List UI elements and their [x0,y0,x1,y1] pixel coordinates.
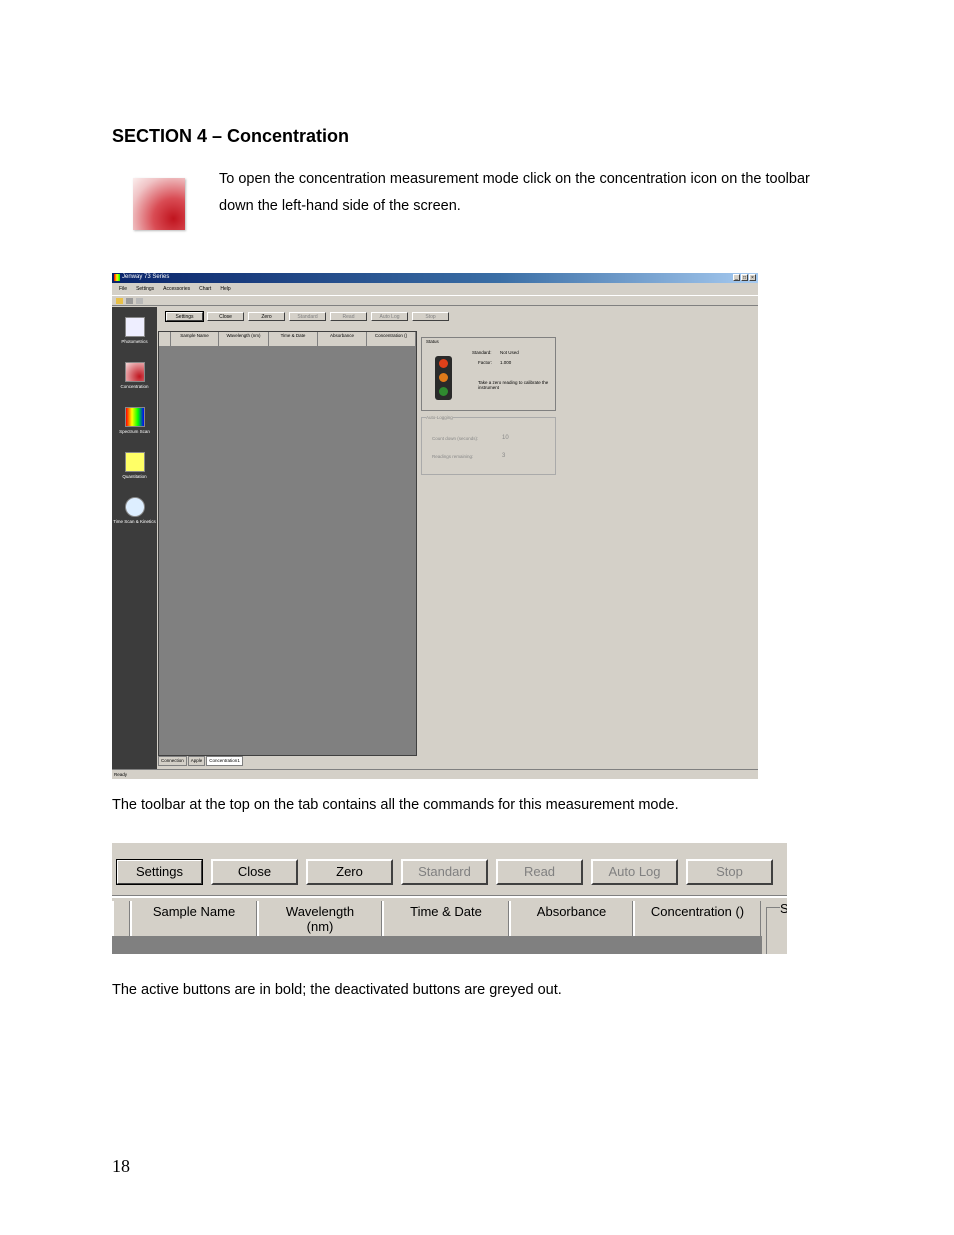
column-time-date[interactable]: Time & Date [269,332,318,346]
factor-value: 1.000 [500,360,512,365]
toolbar-divider [112,895,787,898]
standard-button[interactable]: Standard [289,312,326,321]
sidebar-label: Concentration [120,384,149,389]
settings-button[interactable]: Settings [116,859,203,885]
autolog-label: Auto-Logging [426,415,453,420]
flask-icon [124,452,145,472]
app-icon [114,274,120,281]
countdown-value[interactable]: 10 [502,435,509,441]
active-caption: The active buttons are in bold; the deac… [112,982,562,998]
app-window-screenshot: Jenway 73 Series _ □ × File Settings Acc… [112,273,758,779]
save-icon[interactable] [136,298,143,304]
autolog-panel: Auto-Logging Count down (seconds): 10 Re… [421,415,556,475]
close-button[interactable]: Close [211,859,298,885]
open-folder-icon[interactable] [116,298,123,304]
readings-label: Readings remaining: [432,454,474,459]
column-sample-name[interactable]: Sample Name [130,901,257,936]
readings-value[interactable]: 3 [502,453,505,459]
status-message: Take a zero reading to calibrate the ins… [478,380,549,390]
sidebar-item-quantitation[interactable]: Quantitation [112,452,157,479]
standard-value: Not Used [500,350,519,355]
sidebar-label: Photometrics [121,339,148,344]
column-absorbance[interactable]: Absorbance [509,901,633,936]
column-sample-name[interactable]: Sample Name [171,332,219,346]
close-button[interactable]: Close [207,312,244,321]
menu-settings[interactable]: Settings [136,284,154,294]
mode-toolbar: Settings Close Zero Standard Read Auto L… [158,311,449,322]
sidebar-item-concentration[interactable]: Concentration [112,362,157,389]
minimize-button[interactable]: _ [733,274,740,281]
spectrum-icon [124,407,145,427]
grid-header: Sample Name Wavelength (nm) Time & Date … [159,332,416,346]
clipboard-icon [124,317,145,337]
sidebar-item-spectrum-scan[interactable]: Spectrum Scan [112,407,157,434]
settings-button[interactable]: Settings [165,311,204,322]
status-panel: Status Standard: Not Used Factor: 1.000 … [421,337,556,411]
stopwatch-icon [124,497,145,517]
close-window-button[interactable]: × [749,274,756,281]
status-panel-fragment: S [762,899,787,954]
countdown-label: Count down (seconds): [432,436,479,441]
menu-help[interactable]: Help [220,284,230,294]
column-absorbance[interactable]: Absorbance [318,332,367,346]
tab-apple[interactable]: Apple [187,756,206,766]
concentration-icon [124,362,145,382]
toolbar-caption: The toolbar at the top on the tab contai… [112,797,679,813]
sidebar-label: Spectrum Scan [119,429,150,434]
page-number: 18 [112,1156,130,1176]
menu-file[interactable]: File [119,284,127,294]
column-wavelength[interactable]: Wavelength (nm) [219,332,269,346]
status-label: S [780,901,787,916]
menu-accessories[interactable]: Accessories [163,284,190,294]
status-bar: Ready [112,769,758,779]
section-title: SECTION 4 – Concentration [112,126,350,146]
results-grid[interactable]: Sample Name Wavelength (nm) Time & Date … [158,331,417,756]
sidebar-item-photometrics[interactable]: Photometrics [112,317,157,344]
grid-header: Sample Name Wavelength (nm) Time & Date … [112,901,761,936]
sidebar-item-time-scan[interactable]: Time Scan & Kinetics [112,497,157,524]
zoomed-toolbar: Settings Close Zero Standard Read Auto L… [116,859,773,885]
zero-button[interactable]: Zero [306,859,393,885]
title-bar: Jenway 73 Series _ □ × [112,273,758,283]
zoomed-toolbar-screenshot: Settings Close Zero Standard Read Auto L… [112,843,787,954]
sidebar-label: Quantitation [122,474,147,479]
column-concentration[interactable]: Concentration () [633,901,761,936]
concentration-icon [133,178,185,230]
column-concentration[interactable]: Concentration () [367,332,416,346]
intro-paragraph: To open the concentration measurement mo… [219,171,810,214]
sidebar-label: Time Scan & Kinetics [113,519,156,524]
quick-toolbar [112,295,758,306]
auto-log-button[interactable]: Auto Log [371,312,408,321]
tab-connection[interactable]: Connection [158,756,187,766]
mode-sidebar: Photometrics Concentration Spectrum Scan… [112,307,157,769]
tab-concentration1[interactable]: Concentration1 [206,756,243,766]
column-time-date[interactable]: Time & Date [382,901,509,936]
factor-label: Factor: [478,360,493,365]
standard-label: Standard: [472,350,492,355]
print-icon[interactable] [126,298,133,304]
menu-chart[interactable]: Chart [199,284,211,294]
stop-button[interactable]: Stop [686,859,773,885]
grid-body[interactable] [112,936,762,954]
menu-bar: File Settings Accessories Chart Help [112,284,758,294]
standard-button[interactable]: Standard [401,859,488,885]
read-button[interactable]: Read [496,859,583,885]
status-label: Status [426,339,439,344]
main-area: Settings Close Zero Standard Read Auto L… [158,307,758,769]
window-title: Jenway 73 Series [122,274,170,280]
tab-strip: Connection Apple Concentration1 [158,756,417,766]
stop-button[interactable]: Stop [412,312,449,321]
read-button[interactable]: Read [330,312,367,321]
traffic-light-icon [435,356,452,400]
maximize-button[interactable]: □ [741,274,748,281]
column-wavelength[interactable]: Wavelength (nm) [257,901,382,936]
auto-log-button[interactable]: Auto Log [591,859,678,885]
row-header-column [159,332,171,346]
zero-button[interactable]: Zero [248,312,285,321]
row-header-column [112,901,130,936]
